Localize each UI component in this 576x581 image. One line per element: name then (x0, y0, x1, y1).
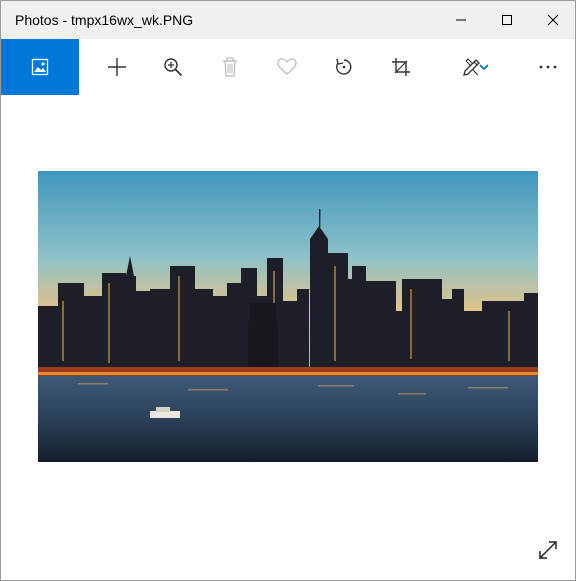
minimize-icon (456, 19, 466, 21)
crop-icon (392, 58, 410, 76)
chevron-down-icon (479, 64, 489, 71)
trash-icon (223, 57, 237, 77)
full-screen-button[interactable] (533, 535, 563, 565)
maximize-icon (502, 15, 512, 25)
more-button[interactable] (523, 39, 573, 95)
title-bar: Photos - tmpx16wx_wk.PNG (1, 1, 575, 39)
see-all-photos-button[interactable] (1, 39, 79, 95)
add-to-button[interactable] (92, 39, 142, 95)
maximize-button[interactable] (484, 1, 530, 39)
zoom-in-icon (164, 58, 183, 77)
rotate-icon (336, 58, 352, 75)
edit-create-dropdown[interactable] (472, 39, 496, 95)
window-title: Photos - tmpx16wx_wk.PNG (15, 12, 194, 28)
minimize-button[interactable] (438, 1, 484, 39)
crop-button[interactable] (376, 39, 426, 95)
city-skyline-photo (38, 171, 538, 462)
toolbar (1, 39, 575, 95)
delete-button[interactable] (205, 39, 255, 95)
heart-icon (277, 58, 297, 75)
more-icon (539, 65, 557, 69)
close-button[interactable] (530, 1, 575, 39)
plus-icon (108, 58, 126, 76)
image-icon (31, 58, 49, 76)
photos-window: Photos - tmpx16wx_wk.PNG (0, 0, 576, 581)
rotate-button[interactable] (319, 39, 369, 95)
zoom-button[interactable] (148, 39, 198, 95)
favorite-button[interactable] (262, 39, 312, 95)
expand-icon (539, 541, 557, 559)
close-icon (547, 14, 559, 26)
